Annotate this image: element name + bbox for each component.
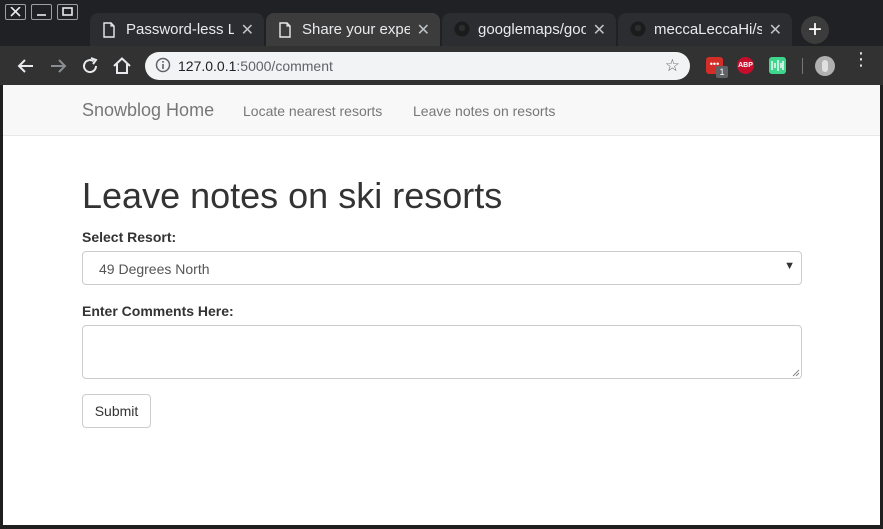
- adblock-icon[interactable]: ABP: [737, 57, 754, 74]
- nav-link-locate-resorts[interactable]: Locate nearest resorts: [243, 103, 382, 119]
- github-icon: [454, 21, 470, 37]
- home-icon[interactable]: [110, 54, 134, 78]
- navbar-brand-link[interactable]: Snowblog Home: [82, 100, 214, 121]
- tab-title: meccaLeccaHi/s: [654, 21, 762, 38]
- select-resort-label: Select Resort:: [82, 229, 177, 245]
- browser-tab[interactable]: googlemaps/goo ✕: [442, 13, 616, 46]
- profile-avatar[interactable]: [815, 56, 835, 76]
- resort-select[interactable]: 49 Degrees North ▼: [82, 251, 802, 285]
- dropdown-arrow-icon: ▼: [784, 260, 795, 272]
- close-window-icon[interactable]: [5, 4, 26, 20]
- forward-arrow-icon[interactable]: [46, 54, 70, 78]
- url-path: :5000/comment: [236, 58, 333, 74]
- browser-tab[interactable]: meccaLeccaHi/s ✕: [618, 13, 792, 46]
- github-icon: [630, 21, 646, 37]
- site-navbar: Snowblog Home Locate nearest resorts Lea…: [3, 85, 880, 136]
- tab-close-icon[interactable]: ✕: [769, 20, 782, 40]
- kebab-menu-icon[interactable]: ⋮: [852, 50, 870, 68]
- url-text[interactable]: 127.0.0.1:5000/comment: [178, 58, 333, 74]
- tab-title: googlemaps/goo: [478, 21, 586, 38]
- resize-grip-icon[interactable]: [791, 368, 800, 377]
- document-icon: [103, 22, 115, 38]
- toolbar-divider: [802, 58, 803, 74]
- browser-titlebar: Password-less Lo ✕ Share your exper ✕ go…: [0, 0, 883, 46]
- submit-button[interactable]: Submit: [82, 394, 151, 428]
- tab-close-icon[interactable]: ✕: [593, 20, 606, 40]
- comments-textarea[interactable]: [82, 325, 802, 379]
- document-icon: [279, 22, 291, 38]
- url-host: 127.0.0.1: [178, 58, 237, 74]
- nav-link-leave-notes[interactable]: Leave notes on resorts: [413, 103, 555, 119]
- new-tab-button[interactable]: +: [801, 16, 829, 44]
- comments-label: Enter Comments Here:: [82, 303, 234, 319]
- tab-title: Share your exper: [302, 21, 410, 38]
- bookmark-star-icon[interactable]: ☆: [665, 56, 680, 76]
- tab-close-icon[interactable]: ✕: [241, 20, 254, 40]
- resort-select-value: 49 Degrees North: [99, 261, 210, 277]
- green-extension-icon[interactable]: [769, 57, 786, 74]
- browser-toolbar: 127.0.0.1:5000/comment ☆ ••• ABP: [0, 46, 883, 85]
- address-bar[interactable]: 127.0.0.1:5000/comment ☆: [145, 52, 690, 80]
- page-title: Leave notes on ski resorts: [82, 175, 503, 216]
- page-viewport: Snowblog Home Locate nearest resorts Lea…: [3, 85, 880, 525]
- tab-title: Password-less Lo: [126, 21, 234, 38]
- extension-badge: 1: [716, 66, 728, 78]
- back-arrow-icon[interactable]: [14, 54, 38, 78]
- info-icon[interactable]: [155, 57, 171, 73]
- browser-tab-active[interactable]: Share your exper ✕: [266, 13, 440, 46]
- minimize-window-icon[interactable]: [31, 4, 52, 20]
- reload-icon[interactable]: [78, 54, 102, 78]
- tab-close-icon[interactable]: ✕: [417, 20, 430, 40]
- maximize-window-icon[interactable]: [57, 4, 78, 20]
- browser-tab[interactable]: Password-less Lo ✕: [90, 13, 264, 46]
